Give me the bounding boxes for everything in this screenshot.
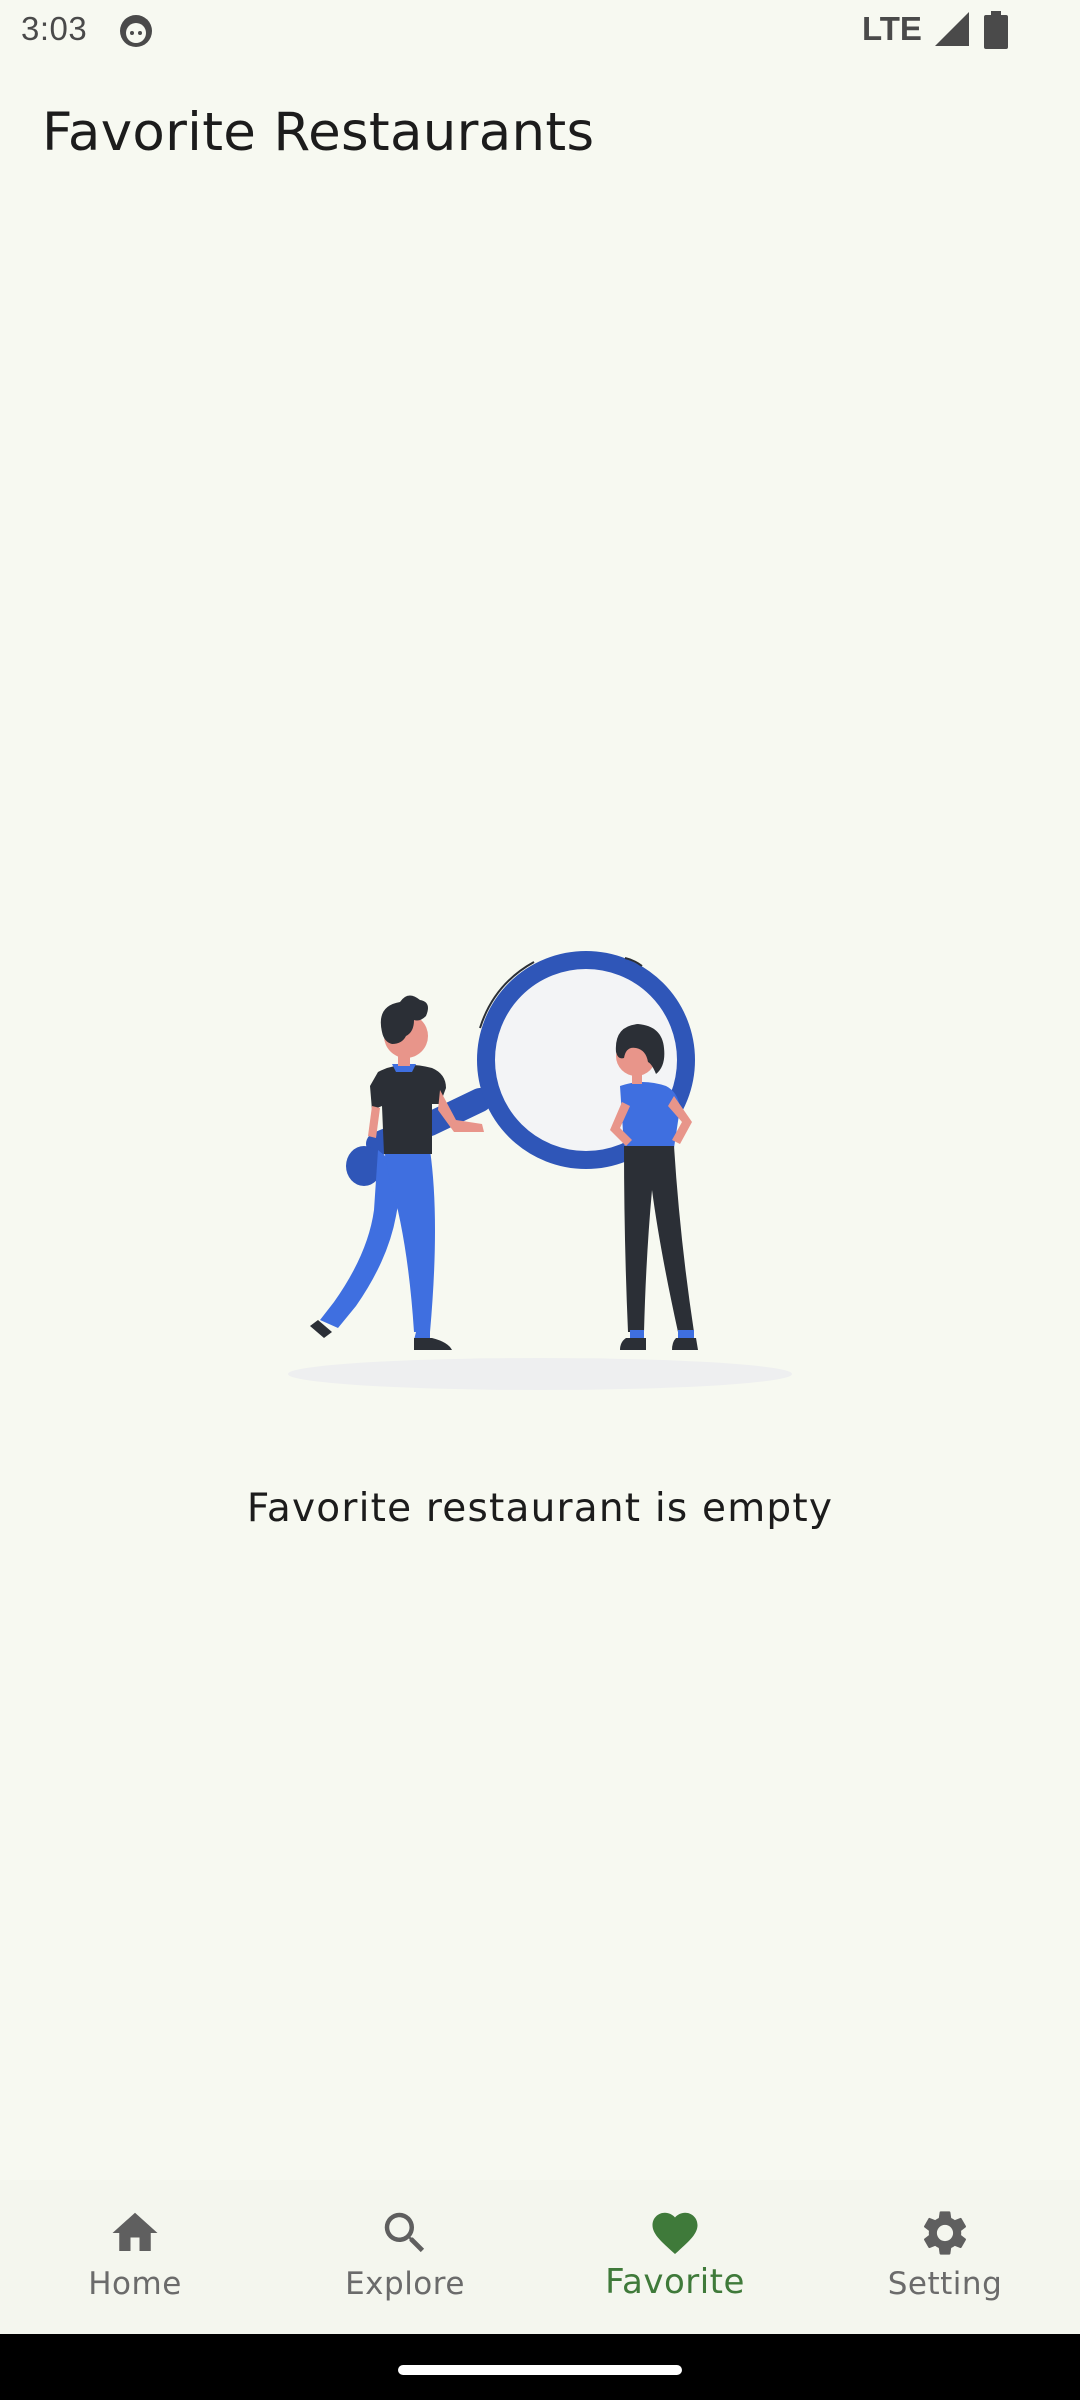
nav-item-explore[interactable]: Explore [270, 2180, 540, 2334]
status-time: 3:03 [21, 10, 88, 47]
status-bar: 3:03 LTE [0, 0, 1080, 62]
nav-label-favorite: Favorite [605, 2262, 745, 2302]
signal-icon [935, 12, 969, 46]
search-icon [384, 2212, 425, 2253]
android-face-icon [120, 15, 152, 47]
heart-icon [652, 2212, 698, 2255]
empty-search-illustration [288, 951, 792, 1390]
bottom-navigation: Home Explore Favorite Setting [0, 2180, 1080, 2334]
nav-label-setting: Setting [887, 2266, 1003, 2302]
empty-state-message: Favorite restaurant is empty [246, 1486, 834, 1531]
nav-label-home: Home [88, 2266, 182, 2302]
nav-item-favorite[interactable]: Favorite [540, 2180, 810, 2334]
network-type: LTE [862, 10, 922, 47]
nav-label-explore: Explore [345, 2266, 465, 2302]
battery-icon [984, 11, 1008, 49]
home-gesture-handle[interactable] [398, 2365, 682, 2375]
home-icon [112, 2212, 158, 2251]
nav-item-setting[interactable]: Setting [810, 2180, 1080, 2334]
gear-icon [923, 2211, 967, 2255]
nav-item-home[interactable]: Home [0, 2180, 270, 2334]
page-title: Favorite Restaurants [42, 102, 595, 163]
